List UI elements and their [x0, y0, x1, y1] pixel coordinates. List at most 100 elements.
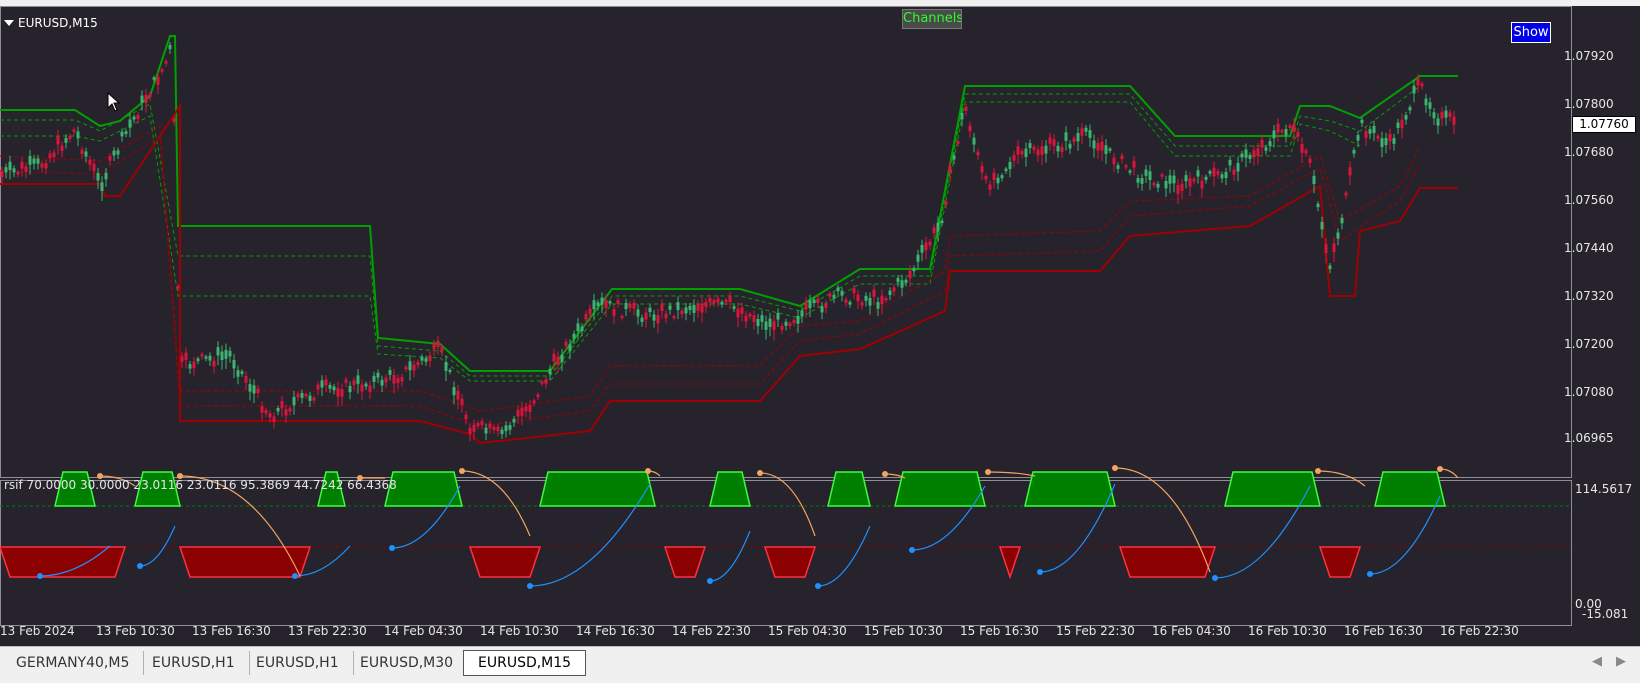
collapse-triangle-icon[interactable]: [4, 20, 14, 26]
chart-tab[interactable]: EURUSD,M30: [346, 651, 469, 675]
chart-tab-active[interactable]: EURUSD,M15: [463, 650, 587, 676]
candle-body: [112, 150, 116, 156]
upper-channel-line: [0, 35, 1458, 372]
candle-body: [816, 298, 820, 303]
candle-body: [1340, 217, 1344, 224]
chart-tab[interactable]: EURUSD,H1: [242, 651, 354, 675]
candle-body: [1368, 129, 1372, 134]
oversold-zone: [468, 546, 542, 578]
candle-body: [724, 299, 728, 303]
candle-body: [964, 106, 968, 111]
candle-body: [140, 95, 144, 103]
candle-body: [944, 201, 948, 205]
candle-body: [1156, 183, 1160, 188]
scroll-left-icon[interactable]: ◀: [1590, 653, 1604, 671]
candle-body: [784, 321, 788, 326]
candle-body: [44, 163, 48, 169]
indicator-label: rsif 70.0000 30.0000 23.0116 23.0116 95.…: [4, 478, 397, 492]
candle-body: [500, 429, 504, 435]
candle-body: [1288, 125, 1292, 128]
candle-body: [176, 285, 180, 289]
overbought-zone: [1374, 471, 1446, 507]
candle-body: [464, 414, 468, 420]
candle-body: [676, 302, 680, 311]
chart-window[interactable]: EURUSD,M15 Channels Show 1.07920 1.07800…: [0, 6, 1640, 646]
candle-body: [472, 424, 476, 432]
chart-tab[interactable]: EURUSD,H1: [138, 651, 250, 675]
candle-body: [232, 359, 236, 369]
time-label: 15 Feb 22:30: [1056, 624, 1135, 638]
candle-body: [492, 426, 496, 430]
candle-body: [572, 333, 576, 339]
candle-body: [1280, 130, 1284, 133]
candle-body: [700, 303, 704, 313]
candle-body: [544, 379, 548, 384]
symbol-title[interactable]: EURUSD,M15: [4, 16, 98, 30]
candle-body: [164, 61, 168, 64]
candle-body: [772, 321, 776, 331]
candle-body: [168, 44, 172, 50]
candle-body: [880, 295, 884, 305]
candle-body: [368, 385, 372, 392]
candle-body: [1412, 85, 1416, 94]
symbol-label: EURUSD,M15: [18, 16, 98, 30]
show-button[interactable]: Show: [1511, 22, 1551, 43]
time-label: 13 Feb 22:30: [288, 624, 367, 638]
rsi-orange-dot: [645, 468, 651, 474]
rsi-orange-dot: [985, 469, 991, 475]
candle-body: [1104, 145, 1108, 154]
candle-body: [696, 304, 700, 311]
candle-body: [644, 312, 648, 320]
price-tick: 1.07320: [1564, 289, 1614, 303]
candle-body: [1060, 146, 1064, 153]
scroll-right-icon[interactable]: ▶: [1614, 653, 1628, 671]
candle-body: [456, 390, 460, 400]
candle-body: [408, 361, 412, 371]
time-label: 16 Feb 22:30: [1440, 624, 1519, 638]
candle-body: [1116, 165, 1120, 169]
candle-body: [1344, 192, 1348, 196]
oversold-zone: [663, 546, 707, 578]
candle-body: [460, 398, 464, 406]
price-tick: 1.07680: [1564, 145, 1614, 159]
candle-body: [1380, 138, 1384, 148]
candle-body: [152, 77, 156, 80]
candle-body: [1180, 183, 1184, 191]
candle-body: [100, 182, 104, 192]
candle-body: [360, 384, 364, 392]
candle-body: [1332, 243, 1336, 253]
candle-body: [708, 297, 712, 303]
candle-body: [788, 323, 792, 326]
candle-body: [972, 137, 976, 145]
oversold-zone: [998, 546, 1022, 580]
candle-body: [156, 76, 160, 85]
candle-body: [1068, 143, 1072, 149]
candle-body: [452, 387, 456, 396]
candle-body: [516, 410, 520, 417]
candle-body: [580, 326, 584, 332]
candle-body: [736, 308, 740, 318]
candle-body: [448, 369, 452, 372]
candle-body: [84, 151, 88, 157]
candle-body: [924, 242, 928, 251]
candle-body: [692, 305, 696, 313]
candle-body: [1232, 169, 1236, 175]
candle-body: [1160, 174, 1164, 177]
candle-body: [392, 374, 396, 384]
indicator-scale-bottom: -15.081: [1582, 607, 1629, 621]
rsi-orange-signal: [1439, 468, 1459, 479]
candle-body: [1048, 137, 1052, 144]
candle-body: [1396, 122, 1400, 128]
candle-body: [680, 310, 684, 315]
candle-body: [416, 361, 420, 366]
candle-body: [1000, 175, 1004, 179]
candle-body: [188, 364, 192, 369]
candle-body: [1428, 102, 1432, 109]
candle-body: [1444, 110, 1448, 118]
chart-tab[interactable]: GERMANY40,M5: [2, 651, 145, 675]
candle-body: [412, 364, 416, 371]
candle-body: [848, 301, 852, 305]
candle-body: [608, 301, 612, 304]
candle-body: [1076, 133, 1080, 142]
candle-body: [808, 300, 812, 309]
